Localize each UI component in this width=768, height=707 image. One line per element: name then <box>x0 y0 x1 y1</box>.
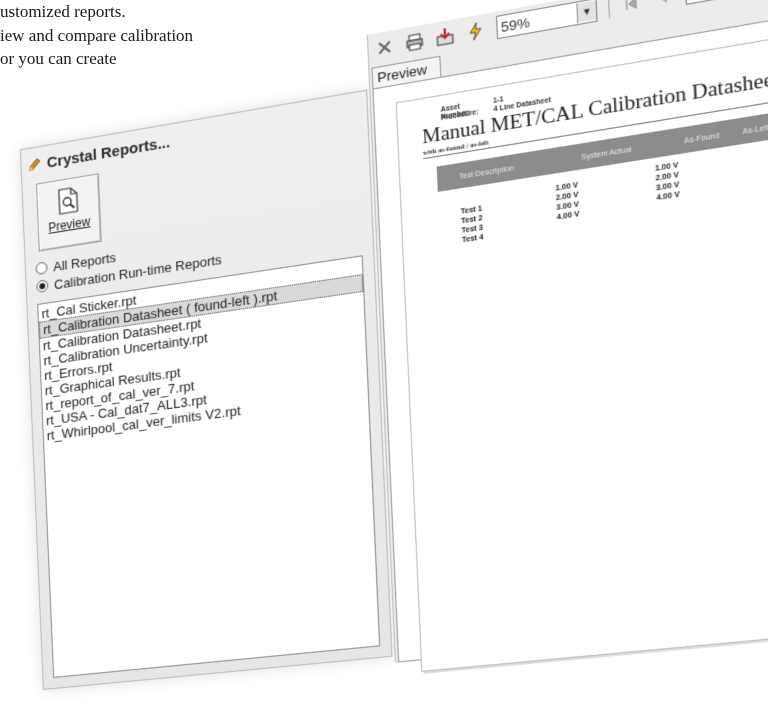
pencil-icon <box>27 157 41 173</box>
table-cell: Test 4 <box>462 233 484 246</box>
found-column: 1.00 V 2.00 V 3.00 V 4.00 V <box>655 161 680 204</box>
dialog-title-text: Crystal Reports... <box>46 133 170 171</box>
preview-doc-icon <box>57 186 80 216</box>
print-icon[interactable] <box>405 31 425 53</box>
preview-button-label: Preview <box>48 214 90 235</box>
table-cell: 4.00 V <box>557 210 580 223</box>
column-header: As-Left <box>742 124 768 136</box>
chevron-down-icon[interactable]: ▼ <box>576 0 596 23</box>
zoom-value: 59% <box>497 5 577 35</box>
radio-selected-icon[interactable] <box>36 279 48 293</box>
export-icon[interactable] <box>435 26 455 48</box>
column-header: System Actual <box>581 146 632 162</box>
table-cell: 4.00 V <box>656 190 680 203</box>
report-page: Asset Number: 1-1 Procedure: 4 Line Data… <box>396 0 768 672</box>
test-column: Test 1 Test 2 Test 3 Test 4 <box>460 204 483 245</box>
column-header: Test Description <box>459 165 514 181</box>
zoom-select[interactable]: 59% ▼ <box>496 0 598 39</box>
first-page-icon[interactable] <box>621 0 642 15</box>
report-viewer: 59% ▼ 1 / 1 Preview Asset Num <box>367 0 768 663</box>
column-header: As-Found <box>684 132 720 145</box>
app-screenshot: Crystal Reports... Preview All Reports C… <box>16 0 768 668</box>
dialog-title: Crystal Reports... <box>27 131 171 177</box>
prev-page-icon[interactable] <box>653 0 675 10</box>
preview-area: Asset Number: 1-1 Procedure: 4 Line Data… <box>372 0 768 662</box>
radio-icon[interactable] <box>35 261 47 275</box>
actual-column: 1.00 V 2.00 V 3.00 V 4.00 V <box>555 181 580 223</box>
preview-button[interactable]: Preview <box>36 173 102 251</box>
report-list[interactable]: rt_Cal Sticker.rpt rt_Calibration Datash… <box>37 255 380 678</box>
page-number-input[interactable]: 1 <box>685 0 768 5</box>
crystal-reports-dialog: Crystal Reports... Preview All Reports C… <box>20 90 393 690</box>
close-icon[interactable] <box>375 36 395 58</box>
refresh-icon[interactable] <box>465 20 486 43</box>
toolbar-divider <box>608 0 610 19</box>
